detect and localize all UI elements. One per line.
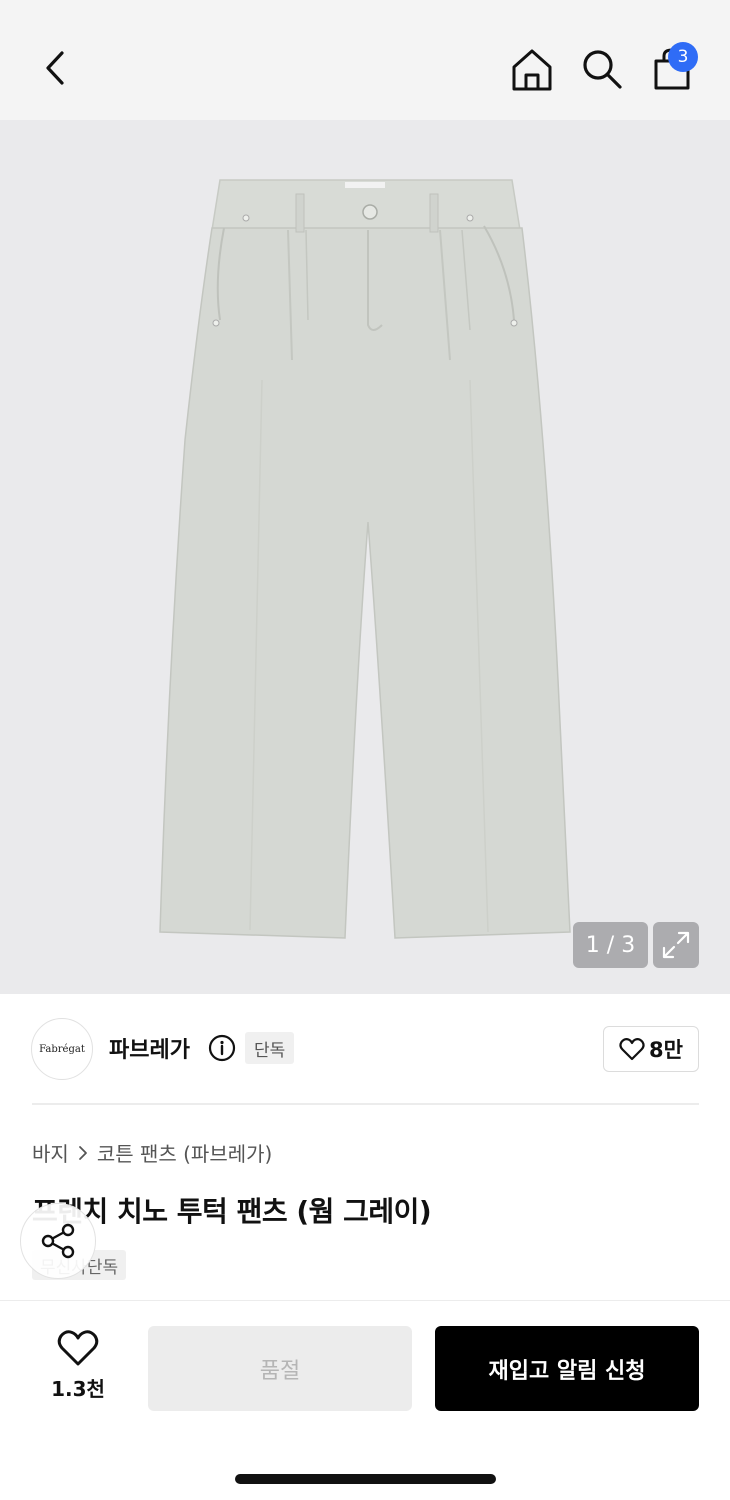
cart-count-badge: 3 bbox=[668, 42, 698, 72]
wishlist-button[interactable]: 1.3천 bbox=[38, 1329, 118, 1402]
breadcrumb: 바지 코튼 팬츠 (파브레가) bbox=[32, 1138, 272, 1167]
brand-like-button[interactable]: 8만 bbox=[603, 1026, 699, 1072]
home-button[interactable] bbox=[506, 44, 558, 94]
sold-out-button: 품절 bbox=[148, 1326, 412, 1411]
brand-row: Fabrégat 파브레가 단독 8만 bbox=[0, 994, 730, 1104]
search-icon bbox=[583, 50, 622, 89]
bottom-action-bar: 1.3천 품절 재입고 알림 신청 bbox=[0, 1300, 730, 1500]
top-navigation-bar: 3 bbox=[0, 0, 730, 120]
breadcrumb-subcategory[interactable]: 코튼 팬츠 (파브레가) bbox=[97, 1138, 273, 1167]
chevron-left-icon bbox=[46, 51, 64, 85]
search-button[interactable] bbox=[576, 44, 628, 94]
expand-icon bbox=[662, 931, 690, 959]
brand-logo[interactable]: Fabrégat bbox=[31, 1018, 93, 1080]
brand-like-count: 8만 bbox=[649, 1038, 683, 1062]
brand-logo-text: Fabrégat bbox=[39, 1043, 85, 1055]
back-button[interactable] bbox=[30, 45, 80, 91]
share-button[interactable] bbox=[20, 1203, 96, 1279]
chevron-right-icon bbox=[78, 1145, 87, 1160]
heart-icon bbox=[57, 1330, 99, 1366]
breadcrumb-category[interactable]: 바지 bbox=[32, 1138, 69, 1167]
exclusive-tag: 단독 bbox=[245, 1032, 295, 1064]
brand-name[interactable]: 파브레가 bbox=[109, 1032, 190, 1064]
wishlist-count: 1.3천 bbox=[51, 1377, 105, 1401]
image-counter: 1 / 3 bbox=[573, 922, 648, 968]
product-image bbox=[159, 179, 571, 939]
divider bbox=[32, 1103, 699, 1105]
expand-image-button[interactable] bbox=[653, 922, 699, 968]
info-icon[interactable] bbox=[208, 1034, 236, 1062]
product-image-gallery[interactable] bbox=[0, 120, 730, 994]
home-icon bbox=[512, 49, 552, 91]
restock-alert-button[interactable]: 재입고 알림 신청 bbox=[435, 1326, 699, 1411]
heart-icon bbox=[619, 1037, 645, 1061]
share-icon bbox=[41, 1223, 75, 1259]
home-indicator bbox=[235, 1474, 496, 1484]
